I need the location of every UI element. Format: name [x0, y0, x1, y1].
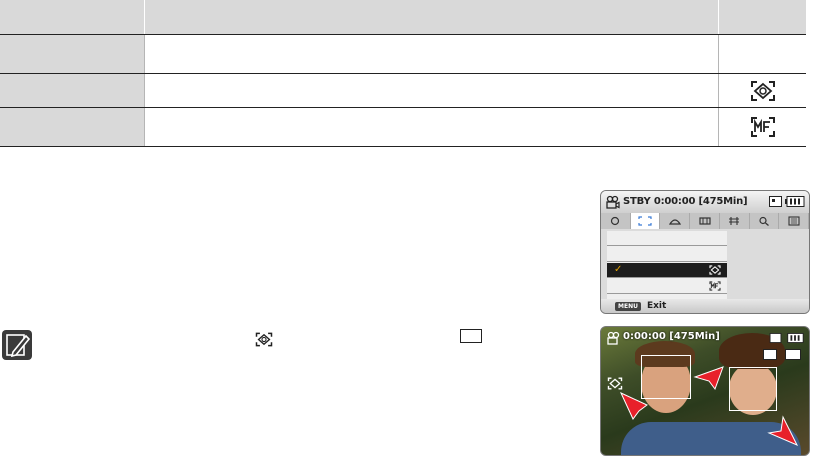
memory-card-icon — [769, 333, 782, 343]
tab-scene[interactable] — [601, 213, 631, 229]
row-label — [0, 108, 144, 146]
tab-white-balance[interactable] — [660, 213, 691, 229]
memory-card-icon — [769, 196, 782, 207]
camcorder-menu-screen: STBY 0:00:00 [475Min] ✓ MENU Exit — [600, 190, 810, 314]
face-detection-icon — [750, 80, 775, 101]
row-icon-cell — [718, 74, 806, 107]
row-description — [144, 108, 718, 146]
video-camera-icon — [607, 331, 620, 345]
face-detection-frame — [729, 367, 777, 411]
pointer-arrow-icon — [693, 366, 724, 391]
menu-item-face-detection[interactable]: ✓ — [607, 263, 727, 278]
face-detection-icon — [607, 377, 623, 390]
pointer-arrow-icon — [619, 391, 648, 420]
zoom-icon — [759, 216, 769, 226]
battery-icon — [787, 333, 804, 343]
tab-resolution[interactable] — [779, 213, 809, 229]
video-camera-icon — [606, 195, 620, 209]
quality-icon — [785, 349, 801, 360]
menu-tab-strip — [601, 213, 809, 229]
manual-focus-icon — [750, 117, 775, 137]
face-detection-icon — [709, 265, 721, 275]
focus-option-list: ✓ — [607, 231, 727, 301]
pointer-arrow-icon — [767, 415, 799, 446]
row-label — [0, 74, 144, 107]
table-row — [0, 108, 806, 147]
face-detection-preview: 0:00:00 [475Min] — [600, 326, 810, 456]
manual-focus-icon — [709, 281, 721, 291]
row-icon-cell — [718, 108, 806, 146]
row-label — [0, 35, 144, 73]
row-description — [144, 35, 718, 73]
row-icon-cell — [718, 35, 806, 73]
table-row — [0, 74, 806, 108]
header-cell-display — [718, 0, 806, 34]
status-text: STBY 0:00:00 [475Min] — [623, 196, 748, 207]
focus-frame-icon — [638, 216, 652, 226]
note-icon — [2, 330, 32, 360]
status-bar: STBY 0:00:00 [475Min] — [601, 191, 809, 213]
status-text: 0:00:00 [475Min] — [623, 331, 720, 342]
shutter-icon — [729, 217, 740, 225]
row-description — [144, 74, 718, 107]
pencil-icon — [6, 334, 31, 358]
check-icon: ✓ — [614, 264, 623, 275]
exit-bar[interactable]: MENU Exit — [601, 299, 809, 313]
exposure-icon — [698, 217, 711, 225]
tab-focus[interactable] — [630, 213, 661, 229]
header-cell-contents — [144, 0, 718, 34]
tab-zoom[interactable] — [750, 213, 780, 229]
exit-label: Exit — [646, 301, 667, 311]
menu-item-option-2[interactable] — [607, 247, 727, 262]
menu-item-option-1[interactable] — [607, 231, 727, 246]
white-balance-icon — [668, 219, 681, 225]
face-detection-icon — [255, 332, 273, 347]
scene-icon — [611, 216, 620, 226]
resolution-icon — [788, 216, 800, 226]
header-cell-item — [0, 0, 144, 34]
menu-item-manual-focus[interactable] — [607, 279, 727, 294]
tab-exposure[interactable] — [690, 213, 720, 229]
face-frame-icon — [460, 329, 482, 343]
table-row — [0, 35, 806, 74]
table-header-row — [0, 0, 806, 35]
battery-icon — [785, 196, 805, 207]
tab-shutter[interactable] — [720, 213, 750, 229]
menu-button-badge: MENU — [615, 301, 641, 311]
resolution-icon — [763, 349, 777, 360]
